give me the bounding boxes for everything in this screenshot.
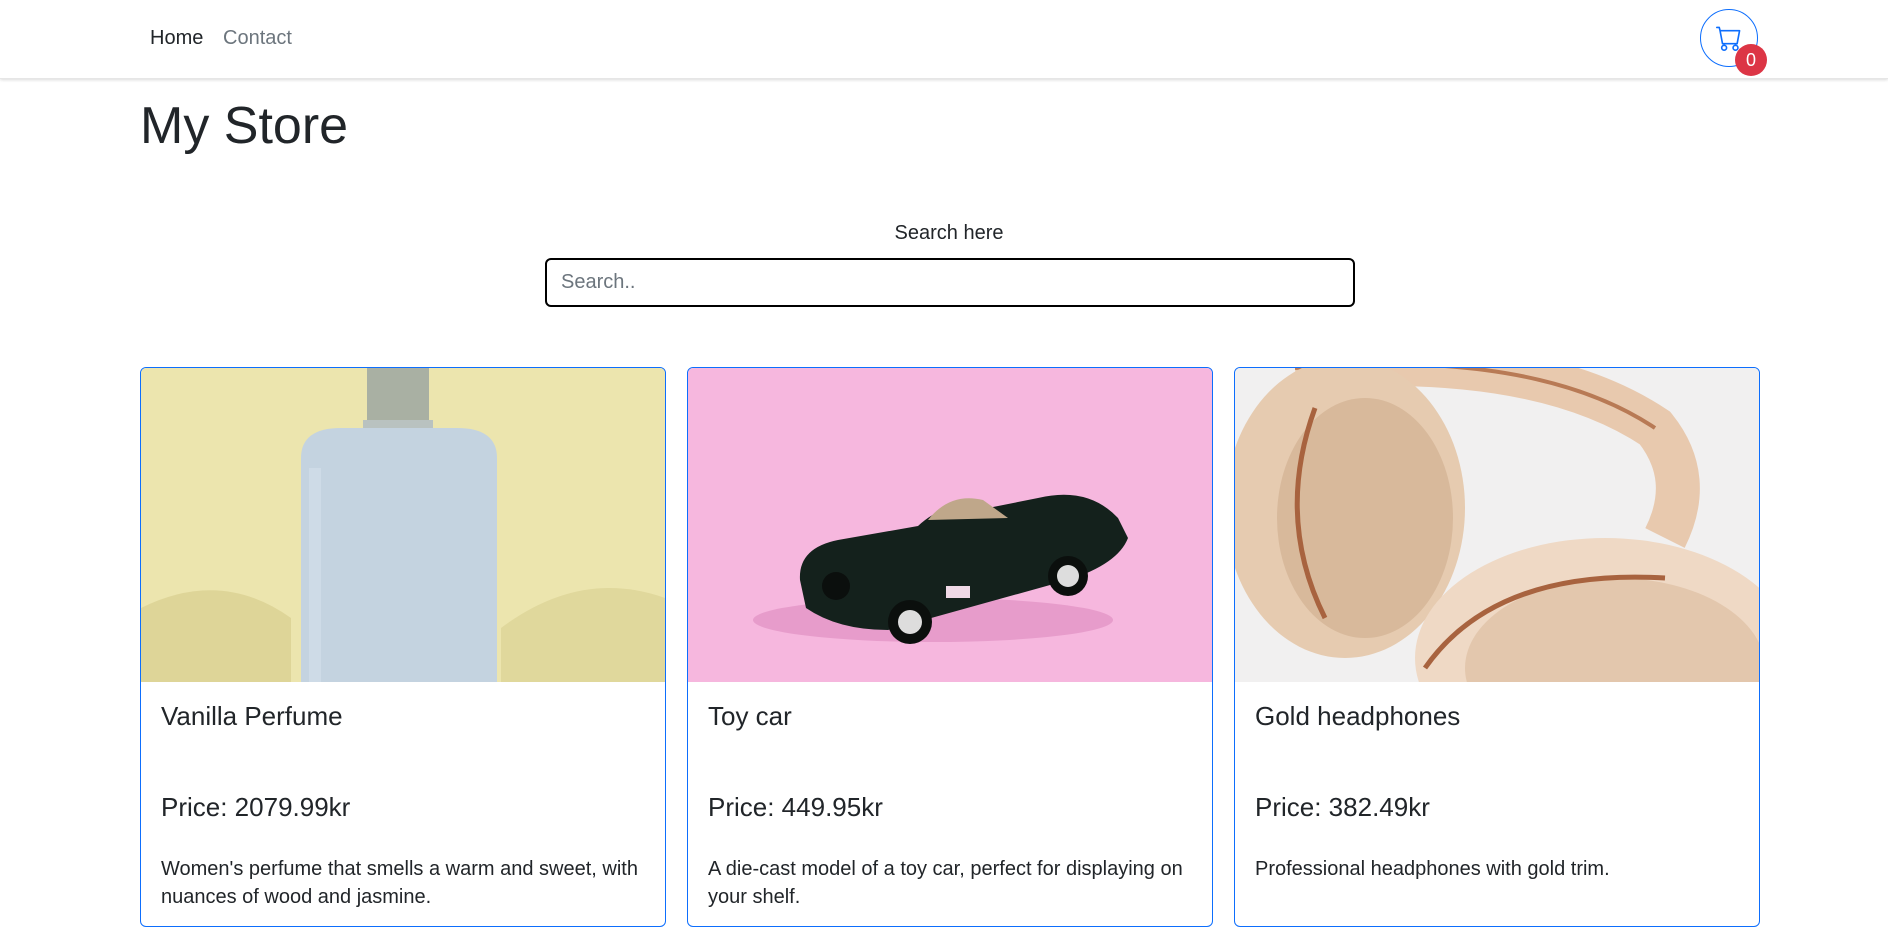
product-card[interactable]: Gold headphones Price: 382.49kr Professi…: [1234, 367, 1760, 927]
product-title: Toy car: [708, 701, 792, 731]
product-title: Gold headphones: [1255, 701, 1461, 731]
product-price: Price: 449.95kr: [708, 792, 883, 822]
navbar: Home Contact 0: [0, 0, 1888, 79]
product-description: A die-cast model of a toy car, perfect f…: [708, 858, 1183, 908]
nav-home-link[interactable]: Home: [150, 27, 203, 50]
search-label: Search here: [894, 222, 1004, 244]
perfume-bottle-image: [141, 368, 665, 682]
product-card[interactable]: Vanilla Perfume Price: 2079.99kr Women's…: [140, 367, 666, 927]
product-title: Vanilla Perfume: [161, 701, 343, 731]
product-card[interactable]: Toy car Price: 449.95kr A die-cast model…: [687, 367, 1213, 927]
product-price: Price: 382.49kr: [1255, 792, 1430, 822]
toy-car-image: [688, 368, 1212, 682]
cart-count-badge: 0: [1735, 44, 1767, 76]
product-price: Price: 2079.99kr: [161, 792, 351, 822]
page-title: My Store: [140, 97, 349, 155]
product-description: Women's perfume that smells a warm and s…: [161, 858, 638, 908]
search-input[interactable]: [545, 258, 1355, 307]
nav-contact-link[interactable]: Contact: [223, 27, 292, 50]
product-description: Professional headphones with gold trim.: [1255, 858, 1610, 880]
headphones-image: [1235, 368, 1759, 682]
shopping-cart-icon: [1716, 26, 1741, 51]
